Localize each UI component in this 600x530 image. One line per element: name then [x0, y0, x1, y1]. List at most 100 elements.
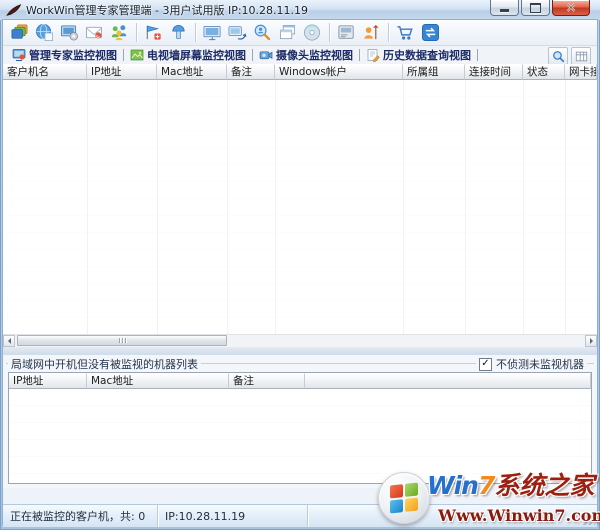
- column-header-client-name[interactable]: 客户机名: [3, 64, 87, 80]
- status-ip: IP:10.28.11.19: [158, 505, 308, 527]
- thumb-grip: [125, 338, 126, 343]
- minimize-icon: [500, 9, 509, 12]
- user-search-button[interactable]: [250, 21, 275, 44]
- clients-table: 客户机名 IP地址 Mac地址 备注 Windows帐户 所属组 连接时间 状态…: [3, 64, 597, 347]
- toolbar-separator: [195, 23, 196, 42]
- flag-button[interactable]: [141, 21, 166, 44]
- cart-icon: [396, 23, 415, 42]
- remote-config-button[interactable]: [57, 21, 82, 44]
- unmonitored-machines-panel: 局域网中开机但没有被监视的机器列表 ✓ 不侦测未监视机器 IP地址 Mac地址 …: [3, 355, 597, 488]
- tv-wall-icon: [130, 48, 144, 62]
- right-arrow-icon: [590, 338, 596, 344]
- disc-button[interactable]: [300, 21, 325, 44]
- view-tabbar: 管理专家监控视图 电视墙屏幕监控视图 摄像头监控视图: [3, 46, 597, 64]
- tab-tools: [548, 47, 591, 65]
- grid-line: [227, 80, 228, 335]
- grid-line: [275, 80, 276, 335]
- grid-line: [523, 80, 524, 335]
- scrollbar-thumb[interactable]: [17, 335, 227, 346]
- thumb-grip: [122, 338, 123, 343]
- grid-icon: [575, 50, 588, 63]
- disc-icon: [303, 23, 322, 42]
- user-signal-button[interactable]: [359, 21, 384, 44]
- status-bar: 正在被监控的客户机，共: 0 IP:10.28.11.19: [3, 504, 597, 527]
- grid-line: [157, 80, 158, 335]
- client-area: 管理专家监控视图 电视墙屏幕监控视图 摄像头监控视图: [3, 20, 597, 524]
- windows-layers-button[interactable]: [275, 21, 300, 44]
- tab-label: 历史数据查询视图: [383, 47, 471, 63]
- resize-grip[interactable]: [583, 513, 595, 525]
- tab-separator: [359, 49, 360, 61]
- tab-camera-view[interactable]: 摄像头监控视图: [255, 47, 357, 63]
- pane-splitter[interactable]: [3, 347, 597, 355]
- grid-line: [465, 80, 466, 335]
- left-arrow-icon: [5, 338, 11, 344]
- status-ip-text: IP:10.28.11.19: [165, 510, 245, 523]
- unmonitored-table: IP地址 Mac地址 备注: [8, 372, 592, 484]
- column-header-group[interactable]: 所属组: [403, 64, 465, 80]
- mail-button[interactable]: [82, 21, 107, 44]
- column-header-windows-account[interactable]: Windows帐户: [275, 64, 403, 80]
- unmonitored-table-body[interactable]: [9, 389, 591, 483]
- column-header-status[interactable]: 状态: [523, 64, 565, 80]
- scroll-left-arrow[interactable]: [3, 335, 15, 347]
- grid-view-button[interactable]: [571, 47, 591, 65]
- horizontal-scrollbar[interactable]: [3, 334, 597, 347]
- monitor-user-icon: [12, 48, 26, 62]
- column-header-mac[interactable]: Mac地址: [157, 64, 227, 80]
- column-header-empty[interactable]: [305, 373, 591, 389]
- search-button[interactable]: [548, 47, 568, 65]
- groupbox-title: 局域网中开机但没有被监视的机器列表: [8, 356, 201, 372]
- status-empty-section: [308, 505, 597, 527]
- clients-table-body[interactable]: [3, 80, 597, 335]
- tab-label: 摄像头监控视图: [276, 47, 353, 63]
- checkbox-box[interactable]: ✓: [479, 358, 492, 371]
- checkbox-label: 不侦测未监视机器: [496, 356, 584, 372]
- cart-button[interactable]: [393, 21, 418, 44]
- users-icon: [110, 23, 129, 42]
- users-button[interactable]: [107, 21, 132, 44]
- tab-tv-wall-view[interactable]: 电视墙屏幕监控视图: [126, 47, 250, 63]
- user-signal-icon: [362, 23, 381, 42]
- remote-config-icon: [60, 23, 79, 42]
- history-doc-icon: [366, 48, 380, 62]
- tab-history-query-view[interactable]: 历史数据查询视图: [362, 47, 475, 63]
- tab-separator: [123, 49, 124, 61]
- column-header-connect-time[interactable]: 连接时间: [465, 64, 523, 80]
- flag-icon: [144, 23, 163, 42]
- minimize-button[interactable]: [490, 0, 519, 16]
- grid-line: [87, 80, 88, 335]
- user-search-icon: [253, 23, 272, 42]
- status-monitored-clients: 正在被监控的客户机，共: 0: [3, 505, 158, 527]
- window-controls: [490, 0, 590, 16]
- column-header-ip[interactable]: IP地址: [9, 373, 87, 389]
- close-button[interactable]: [552, 0, 590, 16]
- column-header-remark[interactable]: 备注: [227, 64, 275, 80]
- camera-icon: [259, 48, 273, 62]
- transfer-button[interactable]: [418, 21, 443, 44]
- column-header-remark[interactable]: 备注: [229, 373, 305, 389]
- web-icon: [35, 23, 54, 42]
- grid-line: [403, 80, 404, 335]
- main-toolbar: [3, 20, 597, 46]
- column-header-nic-received[interactable]: 网卡接收...: [565, 64, 597, 80]
- column-header-ip[interactable]: IP地址: [87, 64, 157, 80]
- column-header-mac[interactable]: Mac地址: [87, 373, 229, 389]
- maximize-button[interactable]: [521, 0, 550, 16]
- tab-expert-monitor-view[interactable]: 管理专家监控视图: [8, 47, 121, 63]
- window-title: WorkWin管理专家管理端 - 3用户试用版 IP:10.28.11.19: [26, 2, 308, 18]
- no-detect-checkbox[interactable]: ✓ 不侦测未监视机器: [476, 356, 587, 372]
- close-icon: [566, 3, 576, 12]
- scroll-right-arrow[interactable]: [585, 335, 597, 347]
- toolbar-separator: [388, 23, 389, 42]
- screen-monitor-button[interactable]: [200, 21, 225, 44]
- app-window: WorkWin管理专家管理端 - 3用户试用版 IP:10.28.11.19: [0, 0, 600, 530]
- programs-button[interactable]: [7, 21, 32, 44]
- status-monitored-clients-text: 正在被监控的客户机，共: 0: [10, 508, 145, 524]
- pin-button[interactable]: [166, 21, 191, 44]
- pc-card-button[interactable]: [334, 21, 359, 44]
- pc-card-icon: [337, 23, 356, 42]
- screen-share-button[interactable]: [225, 21, 250, 44]
- web-button[interactable]: [32, 21, 57, 44]
- clients-table-header: 客户机名 IP地址 Mac地址 备注 Windows帐户 所属组 连接时间 状态…: [3, 64, 597, 80]
